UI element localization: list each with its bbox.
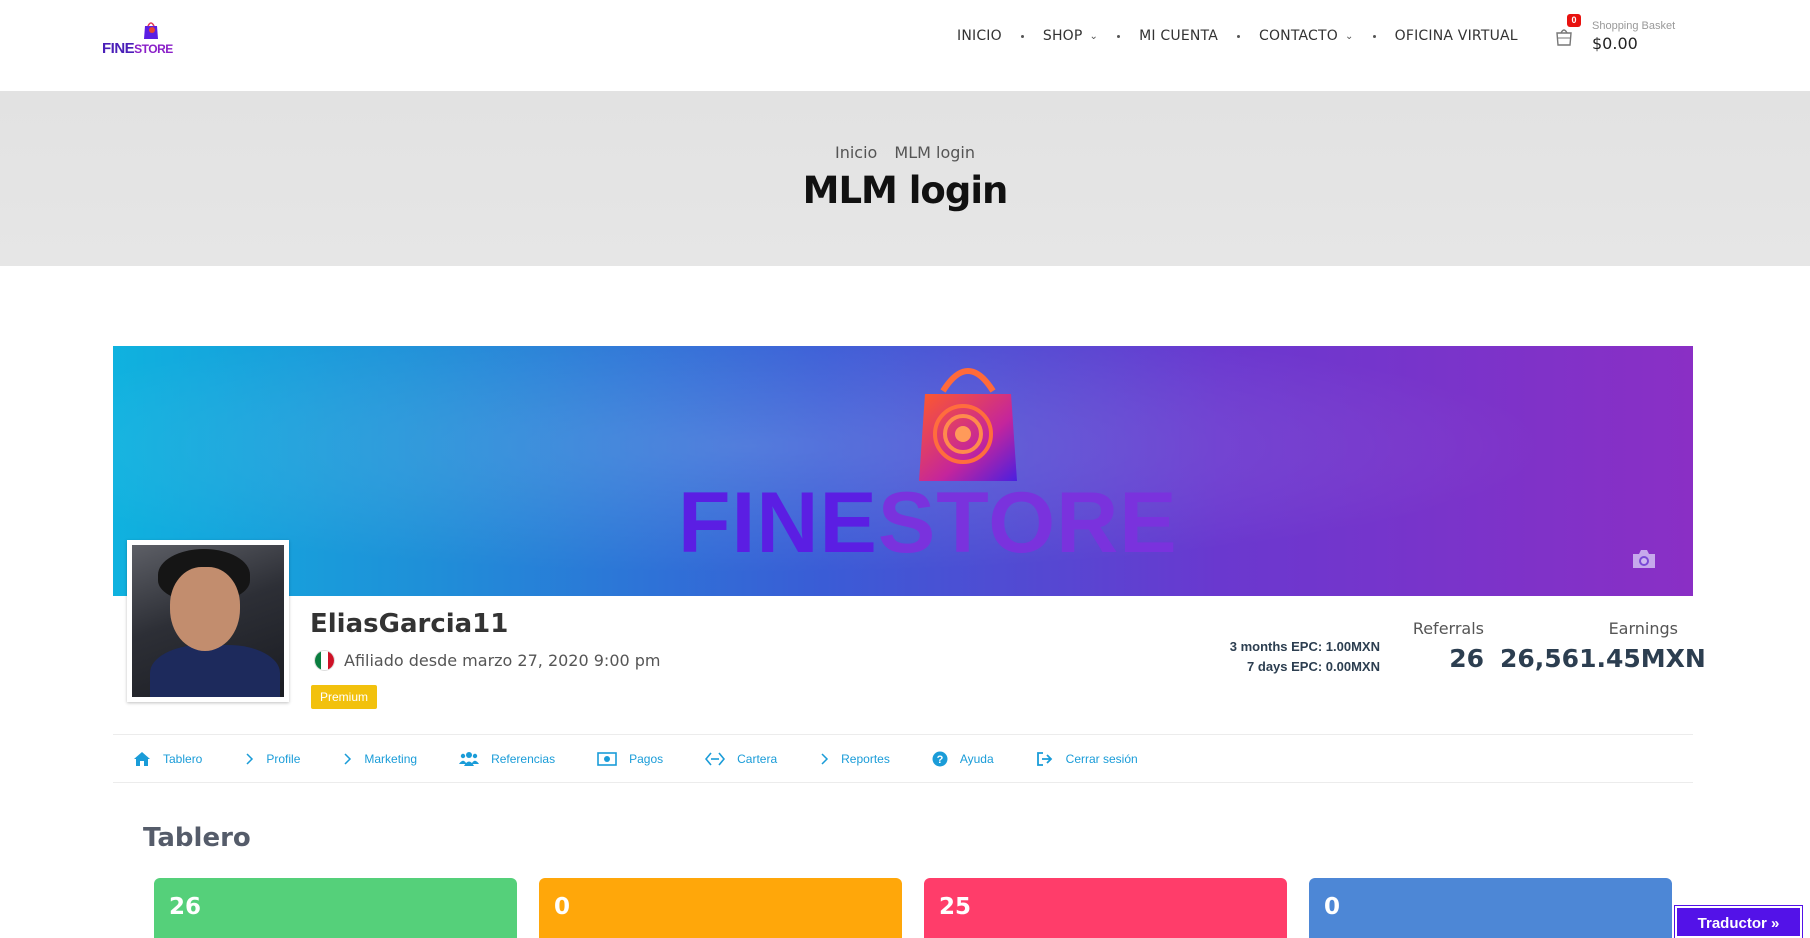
- nav-separator: [1117, 34, 1121, 38]
- profile-nav: Tablero Profile Marketing Referencias Pa…: [113, 734, 1693, 783]
- chevron-right-icon: [246, 752, 254, 765]
- nav-item-mi-cuenta[interactable]: MI CUENTA: [1139, 28, 1218, 44]
- logo-text-main: FINE: [102, 40, 135, 57]
- epc-stats: 3 months EPC: 1.00MXN 7 days EPC: 0.00MX…: [1180, 637, 1380, 677]
- stat-card-value: 25: [939, 894, 972, 920]
- nav-item-shop[interactable]: SHOP ⌄: [1043, 28, 1098, 44]
- camera-icon[interactable]: [1631, 548, 1657, 570]
- profile-nav-label: Cartera: [737, 751, 778, 766]
- stat-card-2[interactable]: 0: [539, 878, 902, 938]
- cart-count-badge: 0: [1567, 14, 1581, 27]
- profile-nav-referencias[interactable]: Referencias: [459, 751, 555, 767]
- svg-text:?: ?: [936, 754, 943, 766]
- earnings-stat: Earnings 26,561.45MXN: [1500, 619, 1706, 673]
- earnings-value: 26,561.45MXN: [1500, 644, 1706, 673]
- profile-nav-label: Marketing: [364, 751, 418, 766]
- profile-nav-label: Ayuda: [959, 751, 994, 766]
- shopping-basket[interactable]: 0 Shopping Basket $0.00: [1555, 14, 1695, 60]
- nav-label: MI CUENTA: [1139, 28, 1218, 44]
- membership-badge: Premium: [311, 685, 378, 709]
- profile-nav-label: Reportes: [841, 751, 890, 766]
- profile-nav-pagos[interactable]: Pagos: [597, 752, 663, 766]
- wallet-icon: [705, 751, 726, 766]
- chevron-down-icon: ⌄: [1089, 30, 1099, 42]
- basket-icon: [1556, 29, 1572, 46]
- stat-card-1[interactable]: 26: [154, 878, 517, 938]
- page-title: MLM login: [802, 169, 1009, 212]
- nav-label: CONTACTO: [1258, 28, 1338, 44]
- chevron-right-icon: [344, 752, 352, 765]
- cart-label: Shopping Basket: [1592, 20, 1676, 32]
- cover-brand-b: STORE: [877, 475, 1178, 571]
- earnings-label: Earnings: [1608, 619, 1678, 638]
- profile-nav-label: Profile: [266, 751, 301, 766]
- site-header: FINESTORE INICIO SHOP ⌄ MI CUENTA CONTACT…: [0, 0, 1810, 91]
- profile-nav-reportes[interactable]: Reportes: [819, 752, 890, 766]
- mexico-flag-icon: [314, 650, 335, 671]
- profile-nav-cerrar-sesion[interactable]: Cerrar sesión: [1036, 751, 1138, 767]
- avatar-photo: [132, 545, 284, 697]
- profile-nav-label: Pagos: [629, 751, 664, 766]
- dashboard-title: Tablero: [143, 823, 251, 853]
- cover-brand-a: FINE: [678, 475, 878, 571]
- cover-brand-text: FINESTORE: [678, 474, 1178, 573]
- logo-wordmark: FINESTORE: [102, 40, 173, 57]
- money-icon: [597, 751, 617, 766]
- stat-card-value: 26: [169, 894, 202, 920]
- page-banner: Inicio MLM login MLM login: [0, 91, 1810, 266]
- site-logo[interactable]: FINESTORE: [102, 18, 186, 60]
- profile-joined: Afiliado desde marzo 27, 2020 9:00 pm: [314, 650, 661, 671]
- stat-card-value: 0: [1324, 894, 1341, 920]
- bag-logo-icon: [144, 22, 158, 39]
- nav-item-contacto[interactable]: CONTACTO ⌄: [1259, 28, 1354, 44]
- nav-label: SHOP: [1042, 28, 1083, 44]
- epc-3-months: 3 months EPC: 1.00MXN: [1229, 639, 1380, 654]
- shopping-bag-logo-icon: [919, 368, 1017, 481]
- main-nav: INICIO SHOP ⌄ MI CUENTA CONTACTO ⌄ OFICINA…: [957, 28, 1518, 44]
- home-icon: [134, 751, 150, 766]
- breadcrumb-current: MLM login: [894, 143, 976, 162]
- nav-separator: [1372, 34, 1376, 38]
- nav-separator: [1236, 34, 1240, 38]
- profile-nav-ayuda[interactable]: ? Ayuda: [932, 751, 994, 767]
- profile-nav-tablero[interactable]: Tablero: [133, 751, 202, 767]
- referrals-value: 26: [1449, 644, 1484, 673]
- users-icon: [459, 751, 480, 766]
- avatar[interactable]: [127, 540, 289, 702]
- profile-cover-image: FINESTORE: [113, 346, 1693, 596]
- profile-nav-profile[interactable]: Profile: [244, 752, 300, 766]
- question-icon: ?: [932, 751, 948, 766]
- joined-date-text: Afiliado desde marzo 27, 2020 9:00 pm: [344, 651, 661, 670]
- stat-card-value: 0: [554, 894, 571, 920]
- cart-total: $0.00: [1592, 34, 1638, 53]
- nav-item-oficina-virtual[interactable]: OFICINA VIRTUAL: [1395, 28, 1518, 44]
- avatar-shirt: [150, 645, 280, 697]
- nav-label: INICIO: [957, 28, 1002, 44]
- nav-label: OFICINA VIRTUAL: [1394, 28, 1518, 44]
- stat-card-4[interactable]: 0: [1309, 878, 1672, 938]
- profile-nav-cartera[interactable]: Cartera: [705, 752, 777, 766]
- nav-separator: [1020, 34, 1024, 38]
- avatar-face: [170, 567, 240, 651]
- logout-icon: [1036, 751, 1052, 766]
- breadcrumb: Inicio MLM login: [0, 143, 1810, 162]
- profile-nav-label: Cerrar sesión: [1065, 751, 1138, 766]
- profile-nav-label: Referencias: [491, 751, 556, 766]
- profile-nav-label: Tablero: [163, 751, 203, 766]
- profile-username: EliasGarcia11: [310, 609, 509, 639]
- chevron-right-icon: [821, 752, 829, 765]
- translator-button[interactable]: Traductor »: [1675, 906, 1802, 938]
- epc-7-days: 7 days EPC: 0.00MXN: [1247, 659, 1380, 674]
- referrals-label: Referrals: [1412, 619, 1484, 638]
- chevron-down-icon: ⌄: [1345, 30, 1354, 42]
- profile-nav-marketing[interactable]: Marketing: [342, 752, 417, 766]
- breadcrumb-home-link[interactable]: Inicio: [835, 143, 877, 162]
- referrals-stat: Referrals 26: [1400, 619, 1484, 673]
- logo-text-sub: STORE: [134, 42, 173, 56]
- stat-card-3[interactable]: 25: [924, 878, 1287, 938]
- nav-item-inicio[interactable]: INICIO: [957, 28, 1002, 44]
